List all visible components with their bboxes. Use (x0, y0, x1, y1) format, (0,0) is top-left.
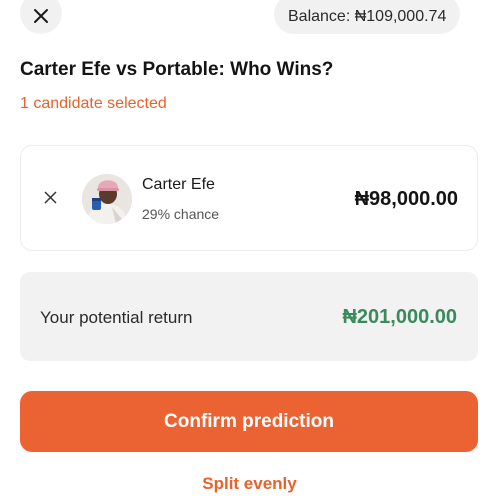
balance-badge: Balance: ₦109,000.74 (274, 0, 461, 34)
balance-text: Balance: ₦109,000.74 (288, 8, 447, 25)
confirm-prediction-button[interactable]: Confirm prediction (20, 391, 478, 452)
avatar (82, 174, 132, 224)
candidate-chance: 29% chance (142, 206, 220, 222)
prediction-screen: Balance: ₦109,000.74 Carter Efe vs Porta… (0, 0, 499, 499)
selected-count-label: 1 candidate selected (20, 95, 167, 112)
candidate-stake-amount: ₦98,000.00 (354, 188, 458, 210)
candidate-card: Carter Efe 29% chance ₦98,000.00 (20, 145, 478, 251)
confirm-prediction-label: Confirm prediction (164, 410, 334, 432)
close-icon (44, 191, 56, 203)
close-icon (34, 9, 48, 23)
close-button[interactable] (20, 0, 62, 34)
potential-return-box: Your potential return ₦201,000.00 (20, 272, 478, 361)
split-evenly-button[interactable]: Split evenly (0, 474, 499, 494)
avatar-photo (82, 174, 132, 224)
candidate-name: Carter Efe (142, 176, 215, 193)
remove-candidate-button[interactable] (42, 189, 58, 205)
page-title: Carter Efe vs Portable: Who Wins? (20, 59, 334, 80)
potential-return-amount: ₦201,000.00 (342, 306, 457, 328)
potential-return-label: Your potential return (40, 308, 193, 327)
